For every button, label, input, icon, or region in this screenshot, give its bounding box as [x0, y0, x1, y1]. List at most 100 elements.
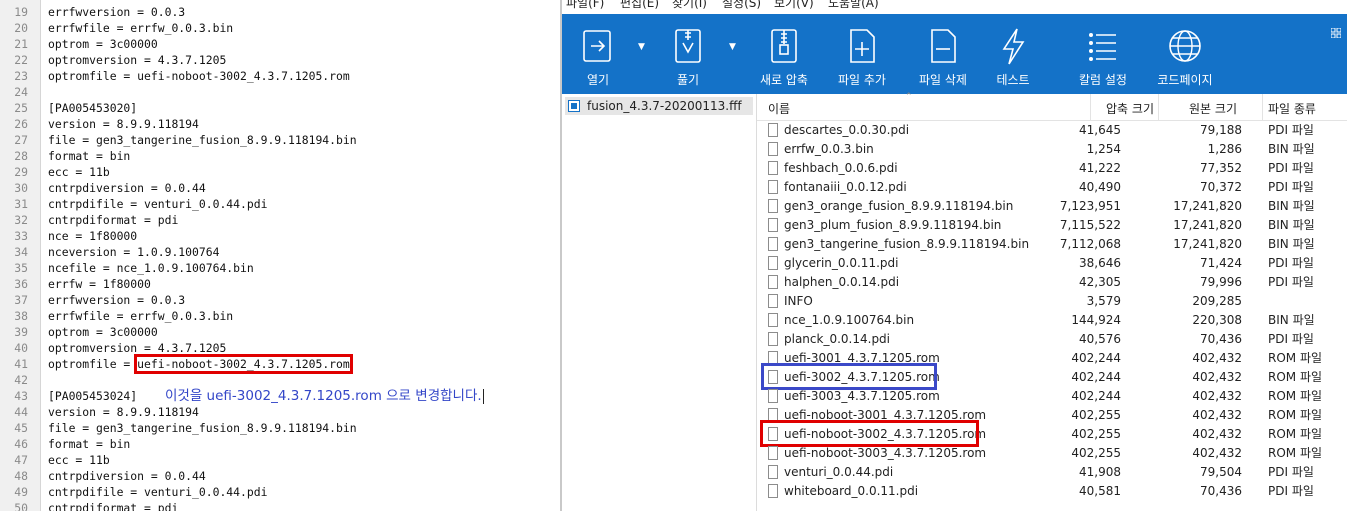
line-text: cntrpdiversion = 0.0.44: [48, 468, 206, 484]
file-row[interactable]: uefi-3003_4.3.7.1205.rom 402,244 402,432 RO…: [757, 387, 1347, 406]
file-type: PDI 파일: [1268, 180, 1314, 194]
file-row[interactable]: halphen_0.0.14.pdi 42,305 79,996 PDI 파일: [757, 273, 1347, 292]
editor-line[interactable]: 28 format = bin: [0, 148, 560, 164]
file-type: PDI 파일: [1268, 123, 1314, 137]
editor-line[interactable]: 50 cntrpdiformat = pdi: [0, 500, 560, 511]
editor-line[interactable]: 41 optromfile = uefi-noboot-3002_4.3.7.12…: [0, 354, 560, 374]
file-row[interactable]: feshbach_0.0.6.pdi 41,222 77,352 PDI 파일: [757, 159, 1347, 178]
line-number: 20: [14, 21, 28, 35]
editor-line[interactable]: 49 cntrpdifile = venturi_0.0.44.pdi: [0, 484, 560, 500]
menu-item[interactable]: 편집(E): [620, 0, 659, 11]
editor-line[interactable]: 34 nceversion = 1.0.9.100764: [0, 244, 560, 260]
sort-ascending-icon: ⌃: [905, 92, 913, 102]
editor-line[interactable]: 23 optromfile = uefi-noboot-3002_4.3.7.12…: [0, 68, 560, 84]
toolbar-button-codepage[interactable]: 코드페이지: [1149, 14, 1221, 94]
menu-item[interactable]: 설정(S): [722, 0, 761, 11]
file-row[interactable]: glycerin_0.0.11.pdi 38,646 71,424 PDI 파일: [757, 254, 1347, 273]
toolbar-button-extract[interactable]: 풀기: [666, 14, 710, 94]
editor-line[interactable]: 40 optromversion = 4.3.7.1205: [0, 340, 560, 356]
text-editor[interactable]: 19 errfwversion = 0.0.3 20 errfwfile = errf…: [0, 0, 560, 511]
file-name: errfw_0.0.3.bin: [784, 142, 874, 156]
toolbar-button-new-archive[interactable]: 새로 압축: [742, 14, 826, 94]
editor-line[interactable]: 32 cntrpdiformat = pdi: [0, 212, 560, 228]
editor-line[interactable]: 39 optrom = 3c00000: [0, 324, 560, 340]
file-icon: [768, 332, 778, 346]
menu-item[interactable]: 도움말(A): [828, 0, 879, 11]
editor-line[interactable]: 30 cntrpdiversion = 0.0.44: [0, 180, 560, 196]
toolbar-button-add-file[interactable]: 파일 추가: [824, 14, 900, 94]
editor-line[interactable]: 37 errfwversion = 0.0.3: [0, 292, 560, 308]
file-row[interactable]: INFO 3,579 209,285: [757, 292, 1347, 311]
line-number: 27: [14, 133, 28, 147]
extract-dropdown-arrow-icon[interactable]: ▼: [729, 42, 736, 52]
column-header-name[interactable]: 이름: [768, 100, 790, 117]
file-row[interactable]: whiteboard_0.0.11.pdi 40,581 70,436 PDI 파일: [757, 482, 1347, 501]
editor-line[interactable]: 19 errfwversion = 0.0.3: [0, 4, 560, 20]
toolbar-button-open[interactable]: 열기: [576, 14, 620, 94]
editor-line[interactable]: 36 errfw = 1f80000: [0, 276, 560, 292]
line-number: 33: [14, 229, 28, 243]
column-header-file-type[interactable]: 파일 종류: [1268, 100, 1316, 117]
menu-item[interactable]: 보기(V): [774, 0, 814, 11]
column-divider[interactable]: [1158, 94, 1159, 120]
column-header-original-size[interactable]: 원본 크기: [1177, 100, 1237, 117]
original-size: 79,504: [1200, 465, 1242, 479]
line-text-content: nce = 1f80000: [48, 229, 138, 243]
editor-line[interactable]: 20 errfwfile = errfw_0.0.3.bin: [0, 20, 560, 36]
editor-line[interactable]: 31 cntrpdifile = venturi_0.0.44.pdi: [0, 196, 560, 212]
line-number: 38: [14, 309, 28, 323]
file-row[interactable]: gen3_plum_fusion_8.9.9.118194.bin 7,115,5…: [757, 216, 1347, 235]
file-name: venturi_0.0.44.pdi: [784, 465, 894, 479]
file-row[interactable]: planck_0.0.14.pdi 40,576 70,436 PDI 파일: [757, 330, 1347, 349]
codepage-icon: [1167, 26, 1203, 66]
line-number: 35: [14, 261, 28, 275]
toolbar-button-columns[interactable]: 칼럼 설정: [1065, 14, 1141, 94]
file-name: whiteboard_0.0.11.pdi: [784, 484, 919, 498]
original-size: 402,432: [1192, 389, 1242, 403]
original-size: 79,188: [1200, 123, 1242, 137]
editor-line[interactable]: 38 errfwfile = errfw_0.0.3.bin: [0, 308, 560, 324]
toolbar-button-delete-file[interactable]: 파일 삭제: [903, 14, 983, 94]
editor-line[interactable]: 35 ncefile = nce_1.0.9.100764.bin: [0, 260, 560, 276]
editor-line[interactable]: 24: [0, 84, 560, 100]
line-text-content: errfwfile = errfw_0.0.3.bin: [48, 309, 234, 323]
editor-line[interactable]: 29 ecc = 11b: [0, 164, 560, 180]
file-row[interactable]: nce_1.0.9.100764.bin 144,924 220,308 BIN 파일: [757, 311, 1347, 330]
line-text-content: errfwversion = 0.0.3: [48, 5, 186, 19]
file-row[interactable]: fontanaiii_0.0.12.pdi 40,490 70,372 PDI 파일: [757, 178, 1347, 197]
editor-line[interactable]: 47 ecc = 11b: [0, 452, 560, 468]
file-row[interactable]: errfw_0.0.3.bin 1,254 1,286 BIN 파일: [757, 140, 1347, 159]
line-text: ecc = 11b: [48, 452, 110, 468]
file-row[interactable]: descartes_0.0.30.pdi 41,645 79,188 PDI 파일: [757, 121, 1347, 140]
original-size: 79,996: [1200, 275, 1242, 289]
blue-highlight-box: [761, 363, 937, 390]
line-number: 44: [14, 405, 28, 419]
line-text: errfwversion = 0.0.3: [48, 4, 185, 20]
menu-item[interactable]: 찾기(I): [672, 0, 707, 11]
file-icon: [768, 446, 778, 460]
column-divider[interactable]: [1262, 94, 1263, 120]
editor-line[interactable]: 21 optrom = 3c00000: [0, 36, 560, 52]
file-type: BIN 파일: [1268, 199, 1315, 213]
file-row[interactable]: venturi_0.0.44.pdi 41,908 79,504 PDI 파일: [757, 463, 1347, 482]
editor-line[interactable]: 48 cntrpdiversion = 0.0.44: [0, 468, 560, 484]
editor-line[interactable]: 45 file = gen3_tangerine_fusion_8.9.9.118…: [0, 420, 560, 436]
editor-line[interactable]: 27 file = gen3_tangerine_fusion_8.9.9.118…: [0, 132, 560, 148]
layout-grid-icon[interactable]: [1331, 28, 1341, 38]
file-row[interactable]: gen3_tangerine_fusion_8.9.9.118194.bin 7,…: [757, 235, 1347, 254]
editor-line[interactable]: 22 optromversion = 4.3.7.1205: [0, 52, 560, 68]
column-header-compressed-size[interactable]: 압축 크기: [1095, 100, 1154, 117]
open-dropdown-arrow-icon[interactable]: ▼: [638, 42, 645, 52]
file-row[interactable]: gen3_orange_fusion_8.9.9.118194.bin 7,123…: [757, 197, 1347, 216]
editor-line[interactable]: 46 format = bin: [0, 436, 560, 452]
toolbar-button-test[interactable]: 테스트: [983, 14, 1043, 94]
menu-item[interactable]: 파일(F): [566, 0, 604, 11]
editor-line[interactable]: 33 nce = 1f80000: [0, 228, 560, 244]
file-row[interactable]: uefi-noboot-3003_4.3.7.1205.rom 402,255 40…: [757, 444, 1347, 463]
column-divider[interactable]: [1090, 94, 1091, 120]
tree-item-archive[interactable]: fusion_4.3.7-20200113.fff: [565, 97, 753, 115]
file-list-header: 이름 ⌃ 압축 크기 원본 크기 파일 종류: [757, 92, 1347, 121]
editor-line[interactable]: 44 version = 8.9.9.118194: [0, 404, 560, 420]
editor-line[interactable]: 26 version = 8.9.9.118194: [0, 116, 560, 132]
editor-line[interactable]: 25 [PA005453020]: [0, 100, 560, 116]
